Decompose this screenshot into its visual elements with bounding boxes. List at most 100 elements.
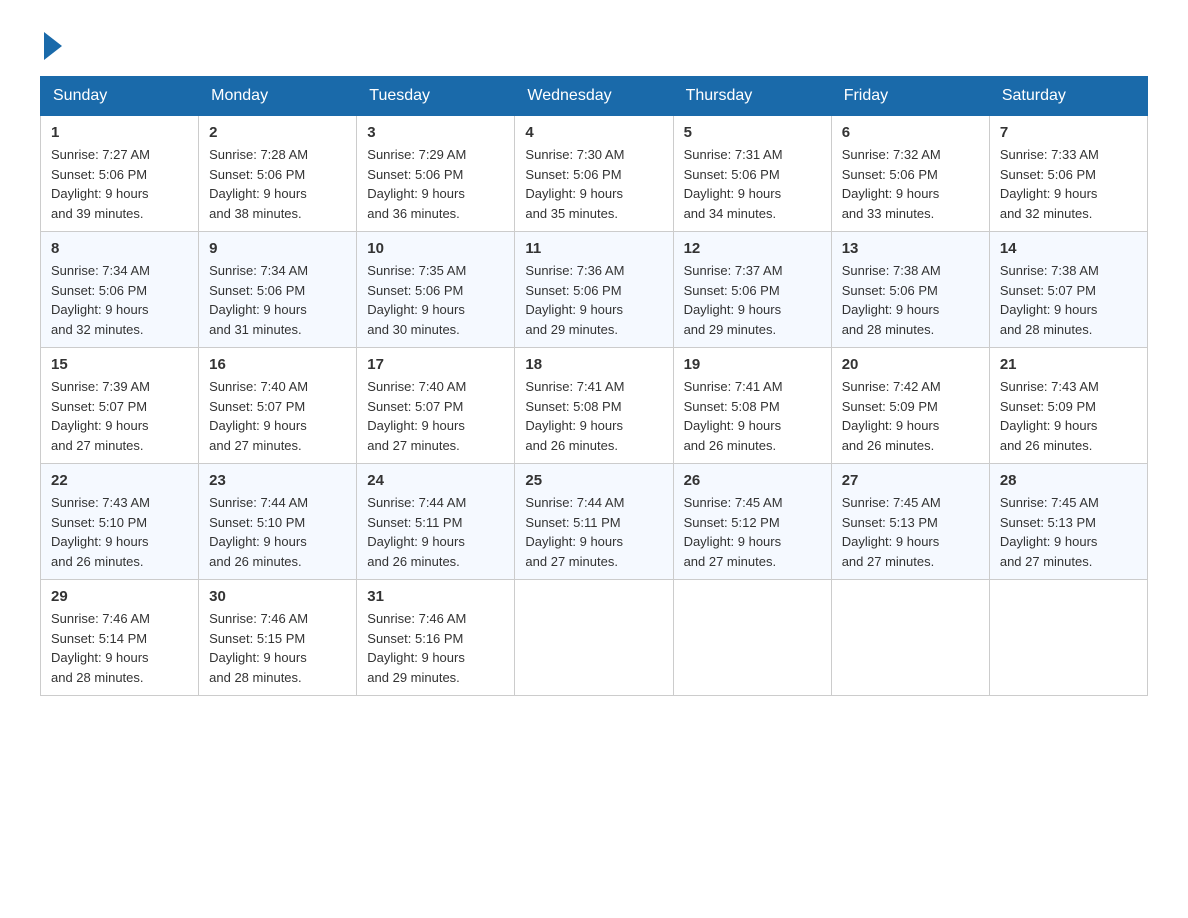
day-info: Sunrise: 7:38 AM Sunset: 5:06 PM Dayligh… xyxy=(842,261,979,339)
week-row-1: 1 Sunrise: 7:27 AM Sunset: 5:06 PM Dayli… xyxy=(41,116,1148,232)
logo xyxy=(40,30,62,56)
day-info: Sunrise: 7:42 AM Sunset: 5:09 PM Dayligh… xyxy=(842,377,979,455)
header-cell-sunday: Sunday xyxy=(41,77,199,116)
day-number: 10 xyxy=(367,240,504,257)
calendar-cell: 14 Sunrise: 7:38 AM Sunset: 5:07 PM Dayl… xyxy=(989,232,1147,348)
day-info: Sunrise: 7:40 AM Sunset: 5:07 PM Dayligh… xyxy=(209,377,346,455)
page-header xyxy=(40,30,1148,56)
calendar-header: SundayMondayTuesdayWednesdayThursdayFrid… xyxy=(41,77,1148,116)
calendar-cell: 6 Sunrise: 7:32 AM Sunset: 5:06 PM Dayli… xyxy=(831,116,989,232)
day-info: Sunrise: 7:38 AM Sunset: 5:07 PM Dayligh… xyxy=(1000,261,1137,339)
day-number: 17 xyxy=(367,356,504,373)
day-number: 6 xyxy=(842,124,979,141)
calendar-cell: 10 Sunrise: 7:35 AM Sunset: 5:06 PM Dayl… xyxy=(357,232,515,348)
day-number: 22 xyxy=(51,472,188,489)
calendar-cell: 17 Sunrise: 7:40 AM Sunset: 5:07 PM Dayl… xyxy=(357,348,515,464)
logo-arrow-icon xyxy=(44,32,62,60)
day-info: Sunrise: 7:44 AM Sunset: 5:11 PM Dayligh… xyxy=(367,493,504,571)
header-row: SundayMondayTuesdayWednesdayThursdayFrid… xyxy=(41,77,1148,116)
day-number: 16 xyxy=(209,356,346,373)
day-number: 21 xyxy=(1000,356,1137,373)
day-number: 3 xyxy=(367,124,504,141)
day-info: Sunrise: 7:46 AM Sunset: 5:14 PM Dayligh… xyxy=(51,609,188,687)
calendar-cell: 16 Sunrise: 7:40 AM Sunset: 5:07 PM Dayl… xyxy=(199,348,357,464)
day-info: Sunrise: 7:43 AM Sunset: 5:10 PM Dayligh… xyxy=(51,493,188,571)
day-number: 8 xyxy=(51,240,188,257)
day-info: Sunrise: 7:44 AM Sunset: 5:11 PM Dayligh… xyxy=(525,493,662,571)
day-info: Sunrise: 7:44 AM Sunset: 5:10 PM Dayligh… xyxy=(209,493,346,571)
day-info: Sunrise: 7:34 AM Sunset: 5:06 PM Dayligh… xyxy=(209,261,346,339)
day-info: Sunrise: 7:46 AM Sunset: 5:15 PM Dayligh… xyxy=(209,609,346,687)
calendar-cell: 20 Sunrise: 7:42 AM Sunset: 5:09 PM Dayl… xyxy=(831,348,989,464)
calendar-cell: 30 Sunrise: 7:46 AM Sunset: 5:15 PM Dayl… xyxy=(199,580,357,696)
day-info: Sunrise: 7:39 AM Sunset: 5:07 PM Dayligh… xyxy=(51,377,188,455)
calendar-cell: 29 Sunrise: 7:46 AM Sunset: 5:14 PM Dayl… xyxy=(41,580,199,696)
calendar-cell: 9 Sunrise: 7:34 AM Sunset: 5:06 PM Dayli… xyxy=(199,232,357,348)
week-row-3: 15 Sunrise: 7:39 AM Sunset: 5:07 PM Dayl… xyxy=(41,348,1148,464)
calendar-cell xyxy=(989,580,1147,696)
calendar-cell: 27 Sunrise: 7:45 AM Sunset: 5:13 PM Dayl… xyxy=(831,464,989,580)
day-info: Sunrise: 7:32 AM Sunset: 5:06 PM Dayligh… xyxy=(842,145,979,223)
calendar-cell xyxy=(515,580,673,696)
day-info: Sunrise: 7:37 AM Sunset: 5:06 PM Dayligh… xyxy=(684,261,821,339)
day-number: 24 xyxy=(367,472,504,489)
day-info: Sunrise: 7:40 AM Sunset: 5:07 PM Dayligh… xyxy=(367,377,504,455)
day-number: 29 xyxy=(51,588,188,605)
calendar-cell: 12 Sunrise: 7:37 AM Sunset: 5:06 PM Dayl… xyxy=(673,232,831,348)
header-cell-monday: Monday xyxy=(199,77,357,116)
calendar-cell: 4 Sunrise: 7:30 AM Sunset: 5:06 PM Dayli… xyxy=(515,116,673,232)
calendar-cell: 19 Sunrise: 7:41 AM Sunset: 5:08 PM Dayl… xyxy=(673,348,831,464)
day-info: Sunrise: 7:41 AM Sunset: 5:08 PM Dayligh… xyxy=(684,377,821,455)
calendar-cell: 18 Sunrise: 7:41 AM Sunset: 5:08 PM Dayl… xyxy=(515,348,673,464)
day-number: 28 xyxy=(1000,472,1137,489)
day-info: Sunrise: 7:34 AM Sunset: 5:06 PM Dayligh… xyxy=(51,261,188,339)
calendar-cell: 22 Sunrise: 7:43 AM Sunset: 5:10 PM Dayl… xyxy=(41,464,199,580)
calendar-cell: 25 Sunrise: 7:44 AM Sunset: 5:11 PM Dayl… xyxy=(515,464,673,580)
calendar-cell: 13 Sunrise: 7:38 AM Sunset: 5:06 PM Dayl… xyxy=(831,232,989,348)
day-number: 9 xyxy=(209,240,346,257)
day-number: 13 xyxy=(842,240,979,257)
day-number: 26 xyxy=(684,472,821,489)
calendar-cell: 23 Sunrise: 7:44 AM Sunset: 5:10 PM Dayl… xyxy=(199,464,357,580)
calendar-cell: 31 Sunrise: 7:46 AM Sunset: 5:16 PM Dayl… xyxy=(357,580,515,696)
day-info: Sunrise: 7:30 AM Sunset: 5:06 PM Dayligh… xyxy=(525,145,662,223)
calendar-cell: 15 Sunrise: 7:39 AM Sunset: 5:07 PM Dayl… xyxy=(41,348,199,464)
header-cell-thursday: Thursday xyxy=(673,77,831,116)
day-number: 15 xyxy=(51,356,188,373)
day-info: Sunrise: 7:43 AM Sunset: 5:09 PM Dayligh… xyxy=(1000,377,1137,455)
calendar-cell: 24 Sunrise: 7:44 AM Sunset: 5:11 PM Dayl… xyxy=(357,464,515,580)
day-info: Sunrise: 7:35 AM Sunset: 5:06 PM Dayligh… xyxy=(367,261,504,339)
day-number: 4 xyxy=(525,124,662,141)
day-number: 2 xyxy=(209,124,346,141)
day-info: Sunrise: 7:27 AM Sunset: 5:06 PM Dayligh… xyxy=(51,145,188,223)
logo-text xyxy=(40,30,62,60)
header-cell-tuesday: Tuesday xyxy=(357,77,515,116)
calendar-cell xyxy=(831,580,989,696)
week-row-2: 8 Sunrise: 7:34 AM Sunset: 5:06 PM Dayli… xyxy=(41,232,1148,348)
day-number: 14 xyxy=(1000,240,1137,257)
header-cell-wednesday: Wednesday xyxy=(515,77,673,116)
day-info: Sunrise: 7:45 AM Sunset: 5:13 PM Dayligh… xyxy=(1000,493,1137,571)
day-info: Sunrise: 7:41 AM Sunset: 5:08 PM Dayligh… xyxy=(525,377,662,455)
header-cell-friday: Friday xyxy=(831,77,989,116)
week-row-4: 22 Sunrise: 7:43 AM Sunset: 5:10 PM Dayl… xyxy=(41,464,1148,580)
calendar-table: SundayMondayTuesdayWednesdayThursdayFrid… xyxy=(40,76,1148,696)
calendar-cell: 26 Sunrise: 7:45 AM Sunset: 5:12 PM Dayl… xyxy=(673,464,831,580)
calendar-cell: 3 Sunrise: 7:29 AM Sunset: 5:06 PM Dayli… xyxy=(357,116,515,232)
calendar-cell: 21 Sunrise: 7:43 AM Sunset: 5:09 PM Dayl… xyxy=(989,348,1147,464)
day-info: Sunrise: 7:46 AM Sunset: 5:16 PM Dayligh… xyxy=(367,609,504,687)
week-row-5: 29 Sunrise: 7:46 AM Sunset: 5:14 PM Dayl… xyxy=(41,580,1148,696)
calendar-cell: 7 Sunrise: 7:33 AM Sunset: 5:06 PM Dayli… xyxy=(989,116,1147,232)
day-number: 25 xyxy=(525,472,662,489)
header-cell-saturday: Saturday xyxy=(989,77,1147,116)
calendar-body: 1 Sunrise: 7:27 AM Sunset: 5:06 PM Dayli… xyxy=(41,116,1148,696)
day-number: 12 xyxy=(684,240,821,257)
day-number: 30 xyxy=(209,588,346,605)
day-number: 18 xyxy=(525,356,662,373)
day-number: 31 xyxy=(367,588,504,605)
day-number: 5 xyxy=(684,124,821,141)
calendar-cell: 11 Sunrise: 7:36 AM Sunset: 5:06 PM Dayl… xyxy=(515,232,673,348)
day-info: Sunrise: 7:45 AM Sunset: 5:12 PM Dayligh… xyxy=(684,493,821,571)
day-info: Sunrise: 7:31 AM Sunset: 5:06 PM Dayligh… xyxy=(684,145,821,223)
day-info: Sunrise: 7:33 AM Sunset: 5:06 PM Dayligh… xyxy=(1000,145,1137,223)
